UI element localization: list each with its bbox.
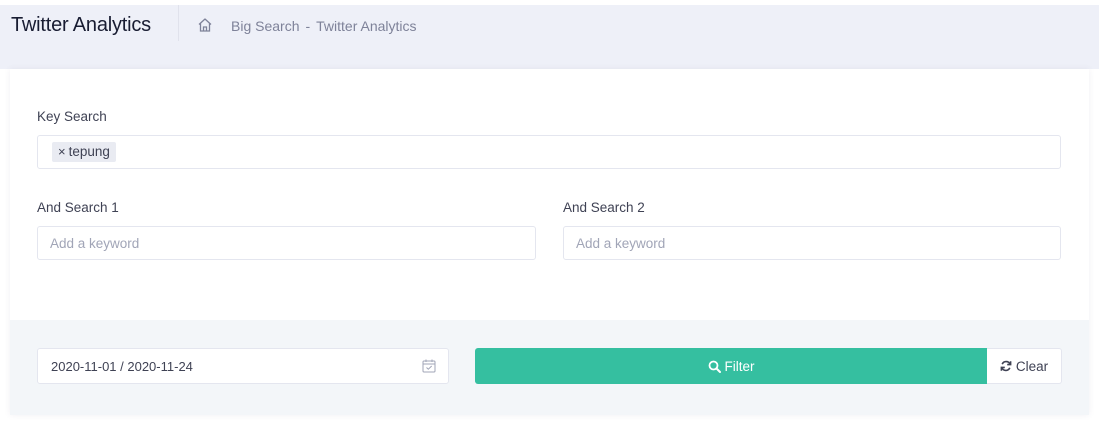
- search-icon: [708, 360, 721, 373]
- card-body: Key Search × tepung And Search 1 And Sea…: [10, 69, 1089, 320]
- page-title: Twitter Analytics: [11, 14, 151, 36]
- breadcrumb-item-big-search[interactable]: Big Search: [231, 18, 299, 34]
- breadcrumb-separator: -: [305, 18, 311, 34]
- filter-button[interactable]: Filter: [475, 348, 987, 384]
- breadcrumb: Big Search - Twitter Analytics: [231, 18, 417, 34]
- breadcrumb-item-twitter-analytics[interactable]: Twitter Analytics: [316, 18, 416, 34]
- filter-button-label: Filter: [724, 358, 755, 374]
- key-search-input[interactable]: × tepung: [37, 135, 1061, 169]
- home-icon[interactable]: [197, 17, 213, 33]
- key-search-label: Key Search: [37, 109, 107, 124]
- refresh-icon: [1000, 360, 1012, 372]
- clear-button[interactable]: Clear: [987, 348, 1062, 384]
- search-card: Key Search × tepung And Search 1 And Sea…: [10, 69, 1089, 415]
- and-search-2-label: And Search 2: [563, 200, 645, 215]
- keyword-tag-label: tepung: [68, 144, 110, 159]
- and-search-2-input[interactable]: [564, 227, 1060, 259]
- and-search-1-label: And Search 1: [37, 200, 119, 215]
- date-range-value: 2020-11-01 / 2020-11-24: [51, 359, 193, 374]
- and-search-1-field[interactable]: [37, 226, 536, 260]
- clear-button-label: Clear: [1015, 358, 1049, 374]
- title-separator: [178, 5, 179, 41]
- date-range-picker[interactable]: 2020-11-01 / 2020-11-24: [37, 348, 449, 384]
- subheader: Twitter Analytics Big Search - Twitter A…: [0, 5, 1099, 69]
- and-search-2-field[interactable]: [563, 226, 1061, 260]
- keyword-tag: × tepung: [52, 142, 116, 162]
- calendar-icon[interactable]: [422, 359, 436, 373]
- card-footer: 2020-11-01 / 2020-11-24 Filter Clear: [10, 320, 1089, 415]
- close-icon[interactable]: ×: [58, 142, 66, 162]
- and-search-1-input[interactable]: [38, 227, 535, 259]
